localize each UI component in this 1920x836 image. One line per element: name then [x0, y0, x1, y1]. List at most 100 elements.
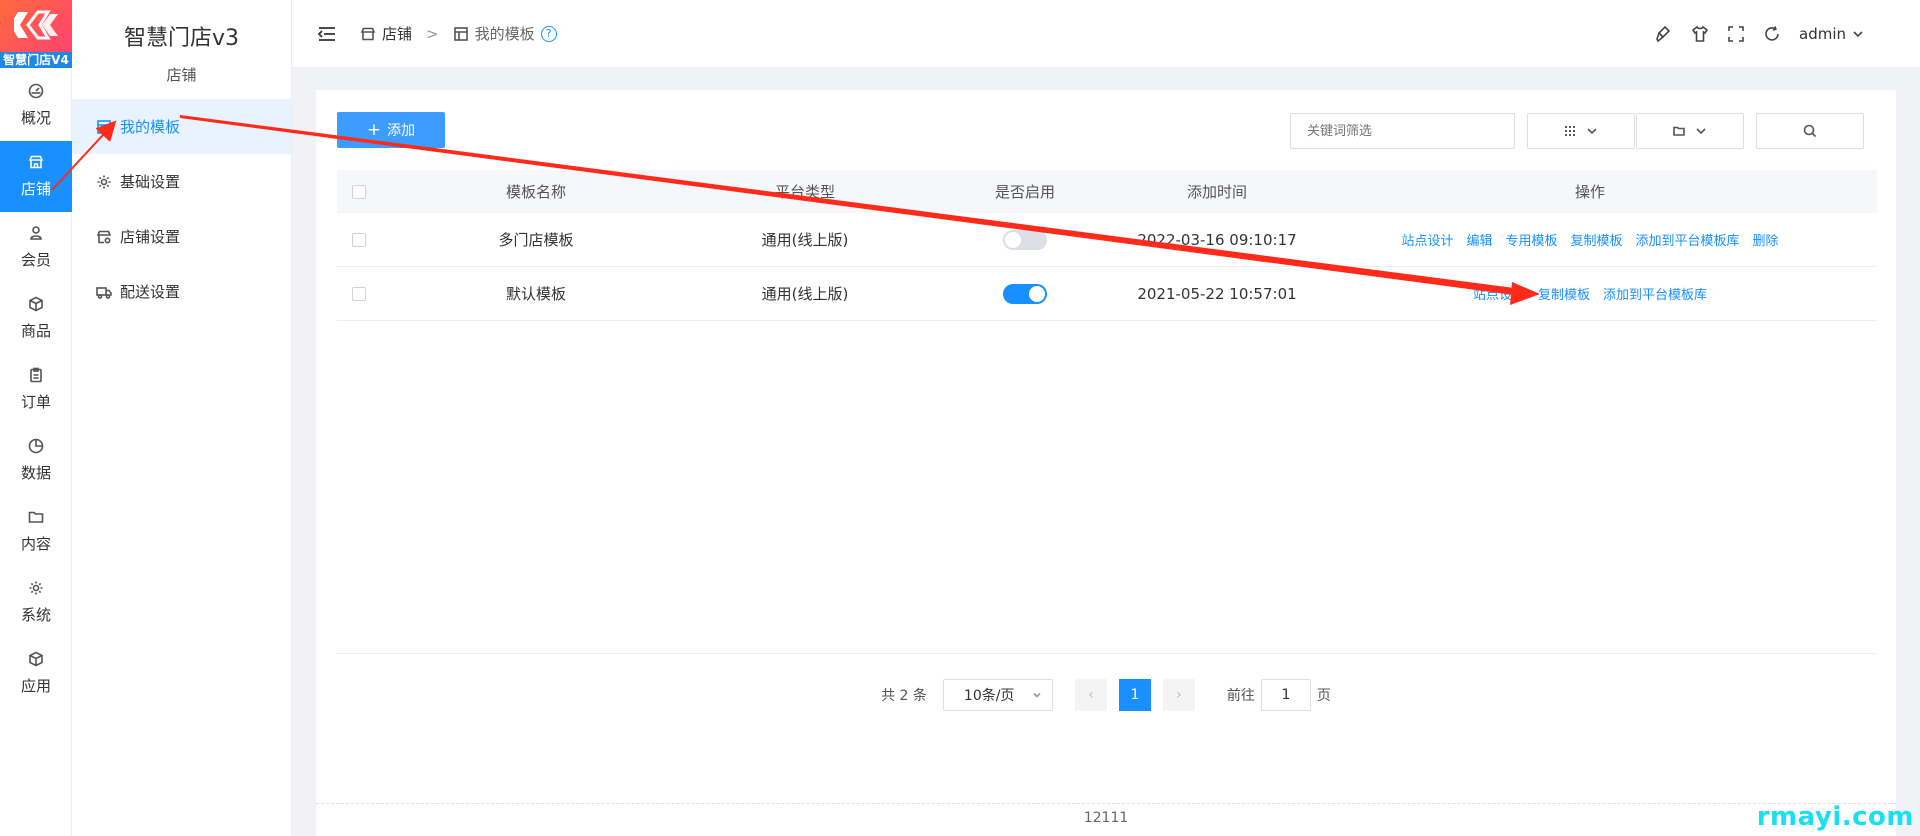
main-nav-rail: 智慧门店V4 概况 店铺 会员 商品 订单 数据 内容 系统 应用: [0, 0, 72, 836]
help-icon[interactable]: ?: [540, 25, 557, 42]
gear-icon: [29, 581, 43, 595]
rail-label: 店铺: [20, 180, 51, 198]
platform-type: 通用(线上版): [761, 231, 849, 249]
rail-label: 会员: [20, 251, 51, 269]
row-checkbox[interactable]: [352, 232, 366, 247]
page-number[interactable]: 1: [1118, 679, 1151, 711]
select-all-checkbox[interactable]: [352, 184, 366, 199]
row-actions: 站点设计 编辑 专用模板 复制模板 添加到平台模板库 删除: [1303, 230, 1877, 249]
fullscreen-icon[interactable]: [1727, 25, 1745, 43]
action-copy-template[interactable]: 复制模板: [1571, 230, 1623, 249]
brush-icon[interactable]: [1655, 25, 1673, 43]
search-icon: [1803, 124, 1817, 138]
row-actions: 站点设计 复制模板 添加到平台模板库: [1303, 284, 1877, 303]
breadcrumb: 店铺 > 我的模板 ?: [360, 23, 557, 44]
rail-label: 商品: [20, 322, 51, 340]
subnav-label: 店铺设置: [120, 228, 181, 246]
total-count: 共 2 条: [881, 688, 927, 704]
rail-item-shop[interactable]: 店铺: [0, 141, 72, 212]
cube-icon: [29, 651, 43, 667]
goto-page-input[interactable]: 1: [1260, 679, 1311, 711]
row-checkbox[interactable]: [352, 286, 366, 301]
table-header: 模板名称 平台类型 是否启用 添加时间 操作: [337, 170, 1877, 213]
chevron-down-icon: [1033, 692, 1041, 698]
added-time: 2022-03-16 09:10:17: [1137, 230, 1297, 249]
folder-select[interactable]: [1636, 113, 1744, 149]
action-delete[interactable]: 删除: [1753, 230, 1779, 249]
logo-text: 智慧门店V4: [0, 52, 72, 68]
template-name: 多门店模板: [498, 231, 574, 249]
tshirt-icon[interactable]: [1691, 25, 1709, 43]
menu-collapse-icon[interactable]: [316, 23, 338, 45]
enabled-toggle[interactable]: [1003, 283, 1047, 304]
box-icon: [29, 296, 43, 312]
folder-icon: [1673, 126, 1685, 136]
subnav-label: 配送设置: [120, 283, 181, 301]
clipboard-icon: [30, 367, 42, 383]
rail-label: 应用: [20, 677, 51, 695]
subnav-item-delivery-settings[interactable]: 配送设置: [72, 264, 291, 319]
template-table: 模板名称 平台类型 是否启用 添加时间 操作 多门店模板 通用(线上版) 202…: [337, 170, 1877, 321]
action-add-to-platform-library[interactable]: 添加到平台模板库: [1603, 284, 1707, 303]
enabled-toggle[interactable]: [1003, 229, 1047, 250]
search-button[interactable]: [1756, 113, 1864, 149]
rail-item-overview[interactable]: 概况: [0, 70, 72, 141]
shop-icon: [28, 155, 44, 169]
refresh-icon[interactable]: [1763, 25, 1781, 43]
keyword-filter-input[interactable]: [1290, 113, 1515, 149]
dashboard-icon: [28, 83, 44, 99]
rail-item-goods[interactable]: 商品: [0, 283, 72, 354]
username: admin: [1799, 25, 1846, 43]
content-card: + 添加 模板名称 平台类型 是否启用 添加时间 操作 多门店模板 通用(线上版…: [316, 90, 1896, 836]
action-add-to-platform-library[interactable]: 添加到平台模板库: [1636, 230, 1740, 249]
rail-label: 内容: [20, 535, 51, 553]
column-header: 是否启用: [994, 183, 1055, 201]
rail-label: 数据: [20, 464, 51, 482]
rail-item-system[interactable]: 系统: [0, 567, 72, 638]
subnav-item-basic-settings[interactable]: 基础设置: [72, 154, 291, 209]
rail-label: 系统: [20, 606, 51, 624]
action-copy-template[interactable]: 复制模板: [1538, 284, 1590, 303]
action-dedicated-template[interactable]: 专用模板: [1505, 230, 1557, 249]
chevron-down-icon: [1587, 128, 1597, 135]
rail-item-member[interactable]: 会员: [0, 212, 72, 283]
pagination: 共 2 条 10条/页 ‹ 1 › 前往 1 页: [316, 678, 1896, 712]
table-row: 默认模板 通用(线上版) 2021-05-22 10:57:01 站点设计 复制…: [337, 267, 1877, 321]
rail-item-content[interactable]: 内容: [0, 496, 72, 567]
subnav-item-shop-settings[interactable]: 店铺设置: [72, 209, 291, 264]
template-icon: [453, 26, 468, 41]
breadcrumb-root[interactable]: 店铺: [382, 23, 412, 44]
shop-settings-icon: [96, 230, 112, 244]
subnav-item-my-templates[interactable]: 我的模板: [72, 99, 291, 154]
rail-label: 订单: [20, 393, 51, 411]
table-row: 多门店模板 通用(线上版) 2022-03-16 09:10:17 站点设计 编…: [337, 213, 1877, 267]
user-menu[interactable]: admin: [1799, 25, 1864, 43]
view-mode-select[interactable]: [1527, 113, 1635, 149]
chevron-down-icon: [1853, 31, 1863, 38]
subnav-label: 我的模板: [120, 118, 181, 136]
footer-divider: [316, 803, 1896, 804]
page-size-value: 10条/页: [963, 688, 1015, 704]
goto-prefix: 前往: [1226, 688, 1255, 704]
rail-item-apps[interactable]: 应用: [0, 638, 72, 709]
action-site-design[interactable]: 站点设计: [1473, 284, 1525, 303]
gear-icon: [97, 175, 111, 188]
action-site-design[interactable]: 站点设计: [1401, 230, 1453, 249]
app-logo[interactable]: 智慧门店V4: [0, 0, 72, 68]
rail-item-orders[interactable]: 订单: [0, 354, 72, 425]
truck-icon: [96, 286, 112, 299]
breadcrumb-separator: >: [426, 24, 439, 43]
chevron-down-icon: [1696, 128, 1706, 135]
column-header: 平台类型: [774, 183, 835, 201]
page-size-select[interactable]: 10条/页: [942, 679, 1053, 711]
section-title: 店铺: [166, 66, 197, 84]
add-button[interactable]: + 添加: [337, 112, 445, 148]
shop-icon: [360, 27, 376, 40]
folder-icon: [28, 511, 44, 523]
rail-item-data[interactable]: 数据: [0, 425, 72, 496]
action-edit[interactable]: 编辑: [1466, 230, 1492, 249]
next-page-button[interactable]: ›: [1162, 679, 1195, 711]
prev-page-button[interactable]: ‹: [1074, 679, 1107, 711]
rail-label: 概况: [20, 109, 51, 127]
column-header: 模板名称: [505, 183, 566, 201]
